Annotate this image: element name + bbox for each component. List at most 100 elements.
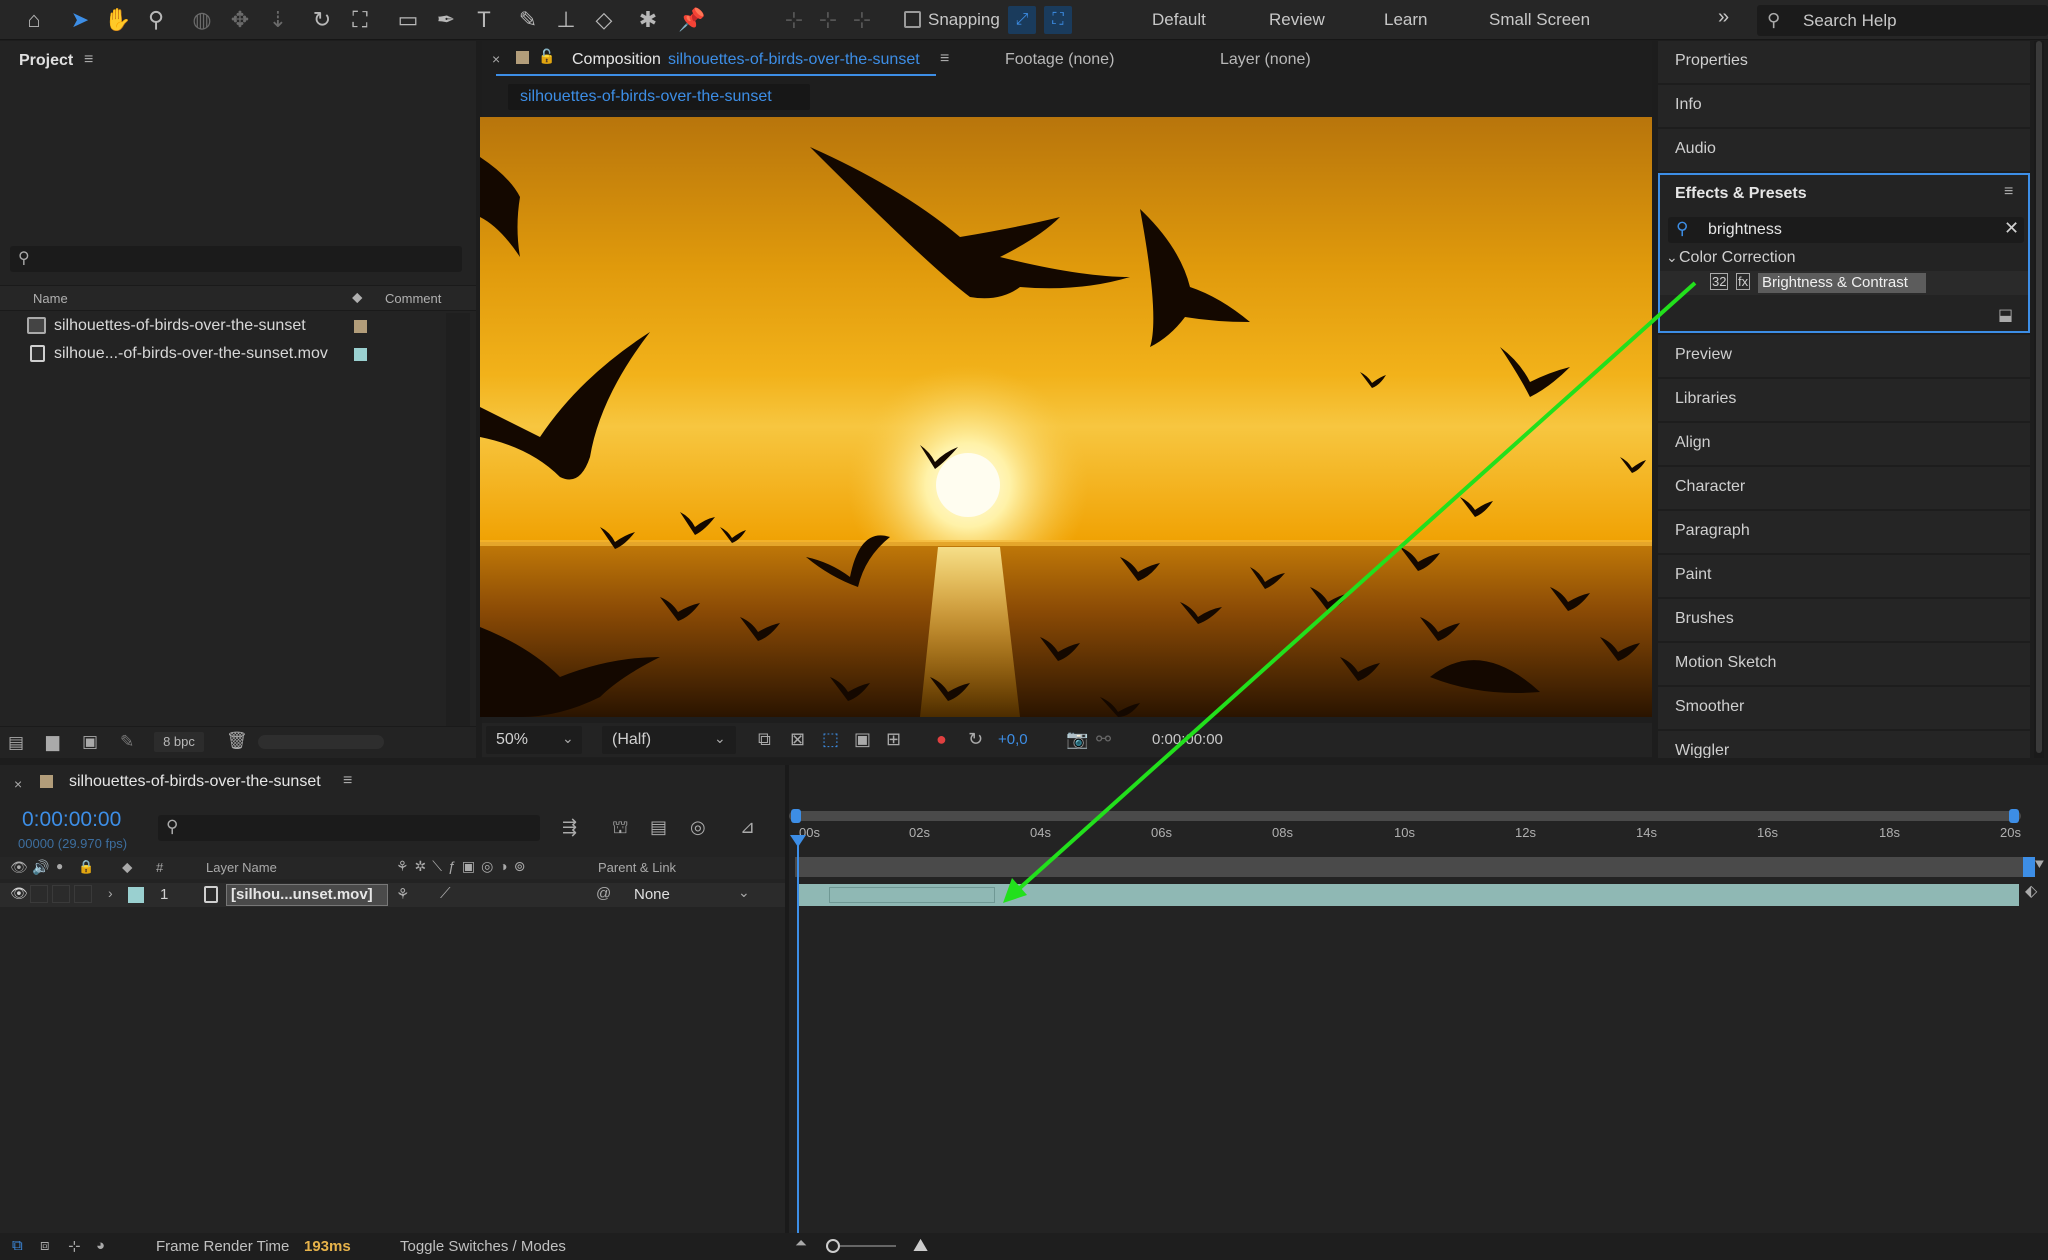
preview-panel-header[interactable]: Preview bbox=[1658, 335, 2030, 377]
chevron-down-icon[interactable]: ⌄ bbox=[1666, 249, 1678, 266]
zoom-in-icon[interactable]: ⛰ bbox=[913, 1235, 928, 1256]
smoother-panel-header[interactable]: Smoother bbox=[1658, 687, 2030, 729]
rotation-tool-icon[interactable]: ↻ bbox=[306, 4, 338, 36]
solo-icon[interactable]: ● bbox=[56, 859, 63, 873]
snapping-checkbox[interactable] bbox=[904, 11, 921, 28]
navigator-start-handle[interactable] bbox=[791, 809, 801, 823]
audio-panel-header[interactable]: Audio bbox=[1658, 129, 2030, 171]
toggle-switches-modes[interactable]: Toggle Switches / Modes bbox=[400, 1238, 566, 1255]
keyframe-nav-icon[interactable]: ⬖ bbox=[2025, 881, 2037, 901]
time-ruler[interactable]: 00s 02s 04s 06s 08s 10s 12s 14s 16s 18s … bbox=[797, 823, 2025, 847]
composition-tab-prefix[interactable]: Composition bbox=[572, 51, 661, 69]
layer-switches-icon[interactable]: ⧉ bbox=[12, 1237, 23, 1254]
project-settings-icon[interactable]: ✎ bbox=[120, 732, 134, 752]
column-layer-name[interactable]: Layer Name bbox=[206, 860, 277, 875]
region-of-interest-icon[interactable]: ▣ bbox=[854, 729, 871, 750]
mask-visibility-icon[interactable]: ⬚ bbox=[822, 729, 839, 750]
close-tab-icon[interactable]: × bbox=[492, 51, 500, 67]
wiggler-panel-header[interactable]: Wiggler bbox=[1658, 731, 2030, 758]
show-snapshot-icon[interactable]: ⚯ bbox=[1096, 729, 1111, 750]
home-icon[interactable]: ⌂ bbox=[18, 4, 50, 36]
resolution-dropdown[interactable]: (Half) ⌄ bbox=[602, 726, 736, 754]
roto-brush-tool-icon[interactable]: ✱ bbox=[632, 4, 664, 36]
pick-whip-icon[interactable]: @ bbox=[596, 885, 611, 902]
brush-tool-icon[interactable]: ✎ bbox=[512, 4, 544, 36]
composition-subtab[interactable]: silhouettes-of-birds-over-the-sunset bbox=[508, 84, 810, 110]
effects-menu-icon[interactable]: ≡ bbox=[2004, 183, 2013, 201]
libraries-panel-header[interactable]: Libraries bbox=[1658, 379, 2030, 421]
scrollbar-thumb[interactable] bbox=[2036, 41, 2042, 753]
timeline-comp-tab[interactable]: silhouettes-of-birds-over-the-sunset bbox=[69, 773, 321, 791]
composition-viewer[interactable] bbox=[480, 117, 1652, 717]
info-panel-header[interactable]: Info bbox=[1658, 85, 2030, 127]
graph-editor-icon[interactable]: ⊿ bbox=[740, 817, 755, 838]
new-composition-icon[interactable]: ▣ bbox=[82, 732, 98, 752]
layer-label-swatch[interactable] bbox=[128, 887, 144, 903]
column-comment[interactable]: Comment bbox=[385, 291, 441, 306]
character-panel-header[interactable]: Character bbox=[1658, 467, 2030, 509]
brushes-panel-header[interactable]: Brushes bbox=[1658, 599, 2030, 641]
transparency-grid-icon[interactable]: ⊠ bbox=[790, 729, 805, 750]
comp-timecode[interactable]: 0:00:00:00 bbox=[1152, 731, 1223, 748]
reset-exposure-icon[interactable]: ↻ bbox=[968, 729, 983, 750]
project-item-composition[interactable]: silhouettes-of-birds-over-the-sunset ⊞ bbox=[0, 313, 476, 339]
hand-tool-icon[interactable]: ✋ bbox=[102, 4, 134, 36]
thumbnail-slider[interactable] bbox=[258, 735, 384, 749]
effects-result-row[interactable]: 32 fx Brightness & Contrast bbox=[1660, 271, 2028, 295]
lock-icon[interactable]: 🔒 bbox=[78, 859, 94, 875]
motion-blur-icon[interactable]: ◕ bbox=[96, 1237, 105, 1254]
project-menu-icon[interactable]: ≡ bbox=[84, 51, 93, 69]
zoom-out-icon[interactable]: ⏶ bbox=[795, 1235, 807, 1252]
column-parent-link[interactable]: Parent & Link bbox=[598, 860, 676, 875]
transfer-controls-icon[interactable]: ⧈ bbox=[40, 1237, 50, 1254]
work-area-navigator[interactable] bbox=[789, 809, 2021, 823]
effects-search-input[interactable]: ⚲ brightness ✕ bbox=[1668, 217, 2024, 243]
pen-tool-icon[interactable]: ✒ bbox=[430, 4, 462, 36]
new-preset-icon[interactable]: ⬓ bbox=[1998, 305, 2013, 325]
label-tag-icon[interactable]: ⬥ bbox=[122, 859, 133, 876]
lock-toggle[interactable] bbox=[74, 885, 92, 903]
snap-edges-icon[interactable]: ⤢ bbox=[1008, 6, 1036, 34]
world-axis-icon[interactable]: ⊹ bbox=[812, 4, 844, 36]
eye-icon[interactable]: 👁 bbox=[10, 885, 28, 902]
more-workspaces-icon[interactable]: » bbox=[1718, 6, 1729, 29]
label-tag-icon[interactable]: ⬥ bbox=[352, 289, 363, 306]
channels-icon[interactable]: ● bbox=[936, 729, 947, 750]
paint-panel-header[interactable]: Paint bbox=[1658, 555, 2030, 597]
dolly-camera-icon[interactable]: ⇣ bbox=[262, 4, 294, 36]
navigator-end-handle[interactable] bbox=[2009, 809, 2019, 823]
work-area-bar[interactable] bbox=[795, 857, 2023, 877]
clear-search-icon[interactable]: ✕ bbox=[2004, 218, 2019, 239]
selection-tool-icon[interactable]: ➤ bbox=[64, 4, 96, 36]
new-folder-icon[interactable]: ▆ bbox=[46, 732, 59, 752]
comp-mini-flowchart-icon[interactable]: ⇶ bbox=[562, 817, 577, 838]
eraser-tool-icon[interactable]: ◇ bbox=[588, 4, 620, 36]
quality-switch-icon[interactable]: ⟋ bbox=[440, 885, 451, 902]
column-name[interactable]: Name bbox=[33, 291, 68, 306]
composition-menu-icon[interactable]: ≡ bbox=[940, 50, 949, 68]
audio-icon[interactable]: 🔊 bbox=[32, 859, 49, 876]
project-item-footage[interactable]: silhoue...-of-birds-over-the-sunset.mov bbox=[0, 341, 476, 367]
project-scrollbar[interactable] bbox=[446, 313, 470, 758]
footage-tab[interactable]: Footage (none) bbox=[1005, 51, 1114, 69]
lock-icon[interactable]: 🔓 bbox=[538, 48, 555, 65]
right-panel-scrollbar[interactable] bbox=[2034, 41, 2044, 758]
orbit-camera-icon[interactable]: ◍ bbox=[186, 4, 218, 36]
audio-toggle[interactable] bbox=[30, 885, 48, 903]
snapshot-camera-icon[interactable]: 📷 bbox=[1066, 729, 1088, 750]
timeline-menu-icon[interactable]: ≡ bbox=[343, 772, 352, 790]
composition-tab-name[interactable]: silhouettes-of-birds-over-the-sunset bbox=[668, 51, 920, 69]
layer-tab[interactable]: Layer (none) bbox=[1220, 51, 1311, 69]
workspace-small-screen[interactable]: Small Screen bbox=[1489, 10, 1590, 30]
zoom-dropdown[interactable]: 50% ⌄ bbox=[486, 726, 582, 754]
clone-stamp-tool-icon[interactable]: ⊥ bbox=[550, 4, 582, 36]
zoom-tool-icon[interactable]: ⚲ bbox=[140, 4, 172, 36]
playhead-handle[interactable] bbox=[790, 835, 806, 847]
fast-previews-icon[interactable]: ⧉ bbox=[758, 729, 771, 750]
layer-name-field[interactable]: [silhou...unset.mov] bbox=[226, 884, 388, 906]
search-help-field[interactable]: ⚲ Search Help bbox=[1757, 5, 2048, 36]
in-out-stretch-icon[interactable]: ⊹ bbox=[68, 1237, 81, 1255]
project-search-input[interactable]: ⚲ bbox=[10, 246, 462, 272]
type-tool-icon[interactable]: T bbox=[468, 4, 500, 36]
shy-switch-icon[interactable]: ⚘ bbox=[396, 885, 409, 903]
